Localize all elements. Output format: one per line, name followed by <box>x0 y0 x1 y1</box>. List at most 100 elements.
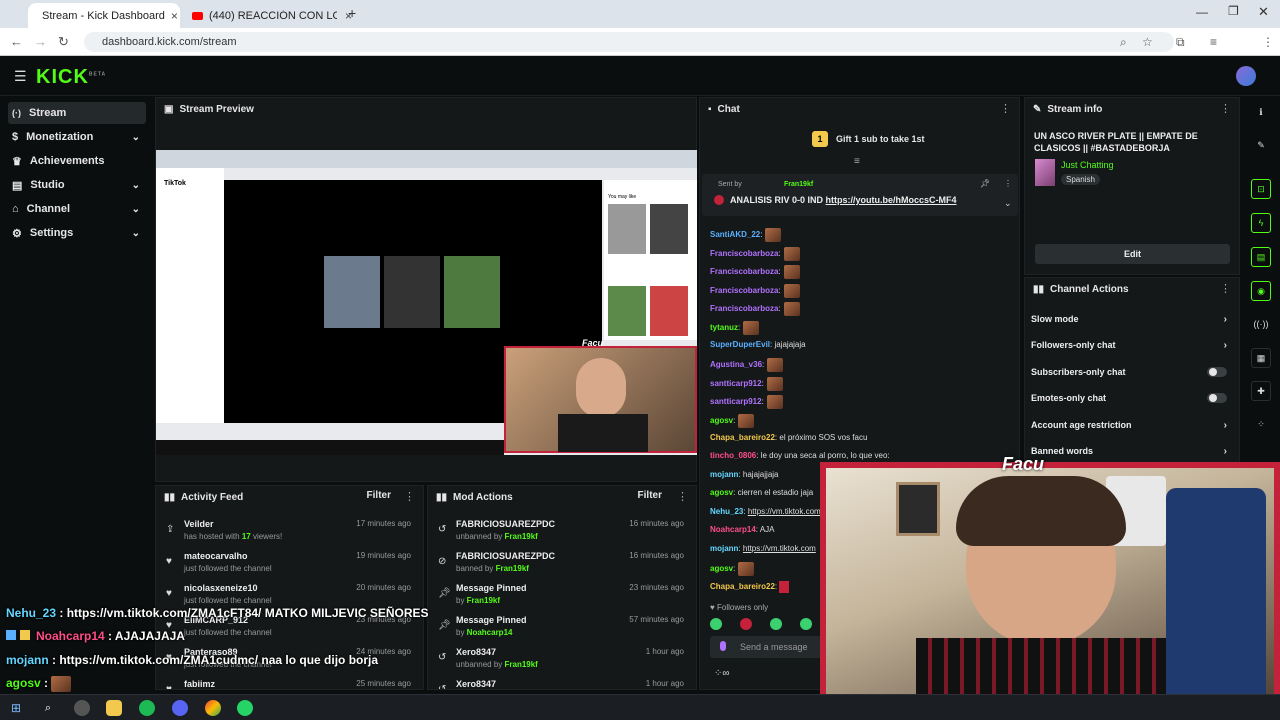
pinned-more-icon[interactable]: ⋮ <box>1004 179 1012 188</box>
mod-target[interactable]: FABRICIOSUAREZPDC <box>456 551 555 561</box>
pinned-link[interactable]: https://youtu.be/hMoccsC-MF4 <box>826 195 957 205</box>
minimize-icon[interactable]: — <box>1196 5 1208 19</box>
broadcast-icon[interactable]: ((·)) <box>1251 314 1271 334</box>
category-thumbnail[interactable] <box>1035 159 1055 186</box>
mod-by[interactable]: Fran19kf <box>467 596 500 605</box>
chat-username[interactable]: Noahcarp14 <box>710 525 756 534</box>
restore-icon[interactable]: ❐ <box>1228 4 1239 18</box>
kick-logo[interactable]: KICKBETA <box>36 66 106 89</box>
user-avatar[interactable] <box>1236 66 1256 86</box>
chat-username[interactable]: santticarp912 <box>710 379 762 388</box>
emote-icon[interactable] <box>770 618 782 630</box>
extensions-icon[interactable]: ⧉ <box>1176 35 1185 50</box>
windows-start-icon[interactable]: ⊞ <box>8 700 24 716</box>
activity-user[interactable]: mateocarvalho <box>184 551 248 561</box>
bookmark-star-icon[interactable]: ☆ <box>1142 35 1153 49</box>
search-icon[interactable]: ⌕ <box>40 700 56 716</box>
followers-only-row[interactable]: Followers-only chat › <box>1031 334 1233 356</box>
back-icon[interactable]: ← <box>10 34 23 49</box>
chat-bubble-icon[interactable]: ◉ <box>1251 281 1271 301</box>
slow-mode-row[interactable]: Slow mode › <box>1031 308 1233 330</box>
layers-icon[interactable]: ▦ <box>1251 348 1271 368</box>
chat-username[interactable]: Chapa_bareiro22 <box>710 433 775 442</box>
chat-more-icon[interactable]: ⋮ <box>1000 102 1011 115</box>
mod-by[interactable]: Noahcarp14 <box>467 628 513 637</box>
sidebar-item-settings[interactable]: ⚙ Settings ⌄ <box>8 222 146 244</box>
chat-username[interactable]: mojann <box>710 544 738 553</box>
chat-username[interactable]: Franciscobarboza <box>710 267 778 276</box>
dots-icon[interactable]: ⁘ <box>1251 414 1271 434</box>
forward-icon[interactable]: → <box>34 34 47 49</box>
channel-actions-more-icon[interactable]: ⋮ <box>1220 282 1231 295</box>
activity-user[interactable]: Veilder <box>184 519 214 529</box>
chat-text[interactable]: https://vm.tiktok.com <box>748 507 821 516</box>
mod-more-icon[interactable]: ⋮ <box>677 490 688 503</box>
banned-words-row[interactable]: Banned words › <box>1031 440 1233 462</box>
account-age-row[interactable]: Account age restriction › <box>1031 414 1233 436</box>
category-link[interactable]: Just Chatting <box>1061 160 1114 170</box>
chat-username[interactable]: SuperDuperEvil <box>710 340 770 349</box>
tab-kick-dashboard[interactable]: Stream - Kick Dashboard × <box>28 3 180 28</box>
mod-by[interactable]: Fran19kf <box>505 532 538 541</box>
app-icon[interactable] <box>74 700 90 716</box>
emotes-only-toggle[interactable] <box>1207 393 1227 403</box>
chat-username[interactable]: Franciscobarboza <box>710 249 778 258</box>
spotify-icon[interactable] <box>139 700 155 716</box>
chat-username[interactable]: Agustina_v36 <box>710 360 762 369</box>
mod-filter-button[interactable]: Filter <box>638 490 662 501</box>
chat-username[interactable]: tincho_0806 <box>710 451 756 460</box>
pinned-user[interactable]: Fran19kf <box>784 181 813 188</box>
chat-username[interactable]: SantiAKD_22 <box>710 230 760 239</box>
media-icon[interactable]: ≡ <box>1210 35 1217 49</box>
mod-target[interactable]: Message Pinned <box>456 583 527 593</box>
chat-username[interactable]: Franciscobarboza <box>710 286 778 295</box>
activity-user[interactable]: fabiimz <box>184 679 215 689</box>
mod-by[interactable]: Fran19kf <box>496 564 529 573</box>
wrench-icon[interactable]: ✚ <box>1251 381 1271 401</box>
sidebar-item-studio[interactable]: ▤ Studio ⌄ <box>8 174 146 196</box>
sidebar-item-channel[interactable]: ⌂ Channel ⌄ <box>8 198 146 220</box>
sidebar-item-achievements[interactable]: ♛ Achievements <box>8 150 146 172</box>
emote-icon[interactable] <box>800 618 812 630</box>
collapse-icon[interactable]: ≡ <box>854 156 860 167</box>
sidebar-item-stream[interactable]: (·) Stream <box>8 102 146 124</box>
mod-by[interactable]: Fran19kf <box>505 660 538 669</box>
mod-target[interactable]: FABRICIOSUAREZPDC <box>456 519 555 529</box>
chat-username[interactable]: Chapa_bareiro22 <box>710 582 775 591</box>
tab-youtube[interactable]: (440) REACCIÓN CON LOS HIN × <box>184 3 360 28</box>
subscribers-only-toggle[interactable] <box>1207 367 1227 377</box>
file-explorer-icon[interactable] <box>106 700 122 716</box>
url-field[interactable]: dashboard.kick.com/stream <box>84 32 1174 52</box>
emote-icon[interactable] <box>740 618 752 630</box>
chat-text[interactable]: https://vm.tiktok.com <box>743 544 816 553</box>
chrome-icon[interactable] <box>205 700 221 716</box>
mod-target[interactable]: Message Pinned <box>456 615 527 625</box>
chat-username[interactable]: Franciscobarboza <box>710 304 778 313</box>
pin-icon[interactable]: 📌︎ <box>980 179 990 188</box>
chat-identity-icon[interactable] <box>720 641 726 651</box>
info-icon[interactable]: ℹ <box>1251 102 1271 122</box>
chat-username[interactable]: tytanuz <box>710 323 738 332</box>
chat-username[interactable]: agosv <box>710 416 733 425</box>
hamburger-menu-icon[interactable]: ☰ <box>14 68 27 85</box>
edit-button[interactable]: Edit <box>1035 244 1230 264</box>
close-tab-icon[interactable]: × <box>171 9 178 23</box>
stream-info-more-icon[interactable]: ⋮ <box>1220 102 1231 115</box>
chat-settings-icon[interactable]: ⁘∞ <box>714 668 730 679</box>
chevron-down-icon[interactable]: ⌄ <box>1004 198 1012 209</box>
document-icon[interactable]: ▤ <box>1251 247 1271 267</box>
activity-filter-button[interactable]: Filter <box>367 490 391 501</box>
browser-menu-icon[interactable]: ⋮ <box>1262 35 1274 49</box>
chat-username[interactable]: Nehu_23 <box>710 507 743 516</box>
new-tab-icon[interactable]: + <box>348 5 356 21</box>
pencil-icon[interactable]: ✎ <box>1251 135 1271 155</box>
chat-username[interactable]: mojann <box>710 470 738 479</box>
whatsapp-icon[interactable] <box>237 700 253 716</box>
close-window-icon[interactable]: ✕ <box>1258 4 1269 20</box>
mod-target[interactable]: Xero8347 <box>456 679 496 689</box>
gift-sub-banner[interactable]: 1 Gift 1 sub to take 1st <box>812 131 925 147</box>
rail-tool-icon[interactable]: ⊡ <box>1251 179 1271 199</box>
sidebar-item-monetization[interactable]: $ Monetization ⌄ <box>8 126 146 148</box>
lightning-icon[interactable]: ϟ <box>1251 213 1271 233</box>
reload-icon[interactable]: ↻ <box>58 34 69 50</box>
